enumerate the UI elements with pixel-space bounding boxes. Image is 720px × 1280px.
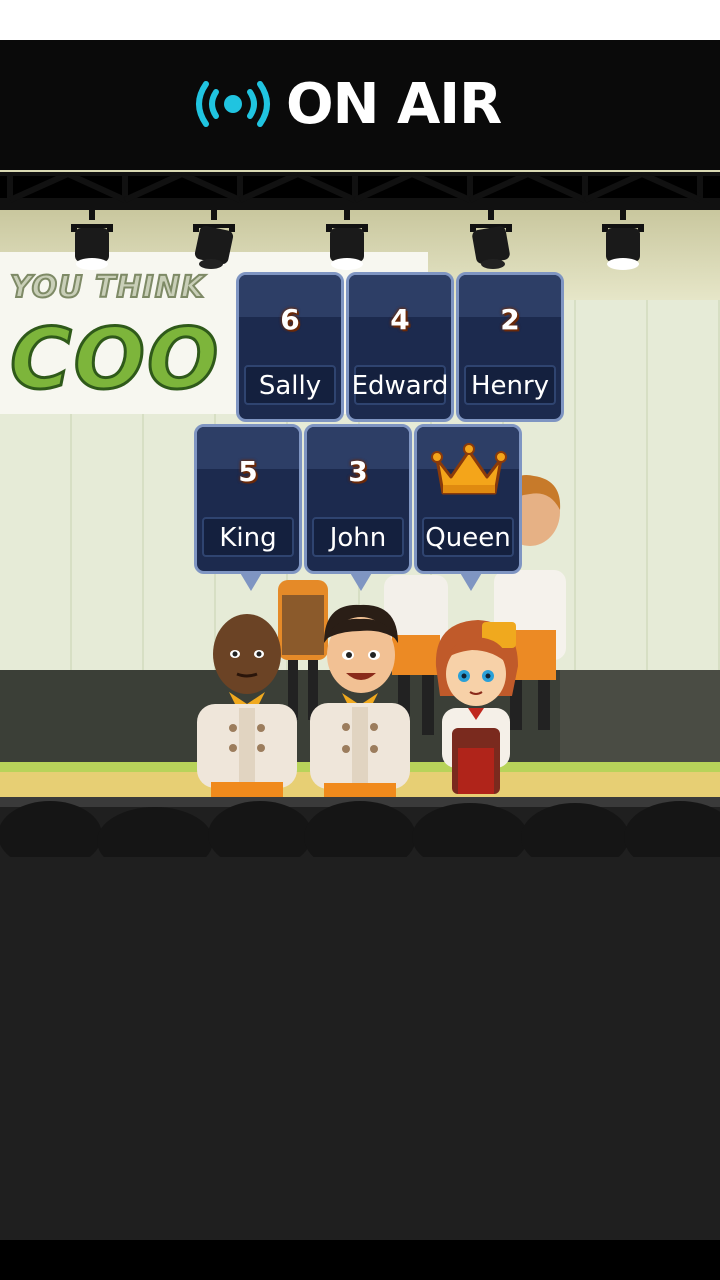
lighting-truss <box>0 170 720 210</box>
contestant-name: Edward <box>351 371 449 401</box>
chef-john <box>310 604 410 798</box>
stage-floor-shadow <box>560 670 720 765</box>
audience-area <box>0 797 720 1240</box>
spotlight-icon <box>326 210 368 270</box>
broadcast-icon <box>196 81 270 127</box>
spotlight-icon <box>470 210 512 269</box>
audience-silhouettes <box>0 797 720 877</box>
contestant-name: Queen <box>425 523 511 553</box>
crown-icon <box>431 443 507 495</box>
rank-number: 5 <box>238 455 258 488</box>
navigation-bar <box>0 1240 720 1280</box>
spotlight-icon <box>71 210 113 270</box>
banner-line-2: COO <box>8 309 221 410</box>
contestant-name: King <box>219 523 277 553</box>
rank-number: 2 <box>500 303 520 336</box>
stage: YOU THINK COO 6 Sally 4 Edward 2 Henry 5… <box>0 170 720 800</box>
spotlight-icon <box>602 210 644 270</box>
rank-number: 6 <box>280 303 300 336</box>
ranking-card-john: 3 John <box>304 424 412 591</box>
contestant-name: Henry <box>470 371 550 401</box>
chef-queen <box>435 620 518 794</box>
on-air-title-row: ON AIR <box>188 71 502 137</box>
spotlight-icon <box>193 210 235 269</box>
ranking-card-king: 5 King <box>194 424 302 591</box>
ranking-card-henry: 2 Henry <box>456 272 564 422</box>
on-air-title: ON AIR <box>286 71 502 137</box>
banner-line-1: YOU THINK <box>9 269 206 306</box>
rank-number: 4 <box>390 303 410 336</box>
chef-king <box>197 614 297 798</box>
ranking-card-edward: 4 Edward <box>346 272 454 422</box>
status-bar <box>0 0 720 40</box>
ranking-card-queen: Queen <box>414 424 522 591</box>
ranking-card-sally: 6 Sally <box>236 272 344 422</box>
contestant-name: Sally <box>258 371 322 401</box>
contestant-name: John <box>329 523 387 553</box>
rank-number: 3 <box>348 455 368 488</box>
